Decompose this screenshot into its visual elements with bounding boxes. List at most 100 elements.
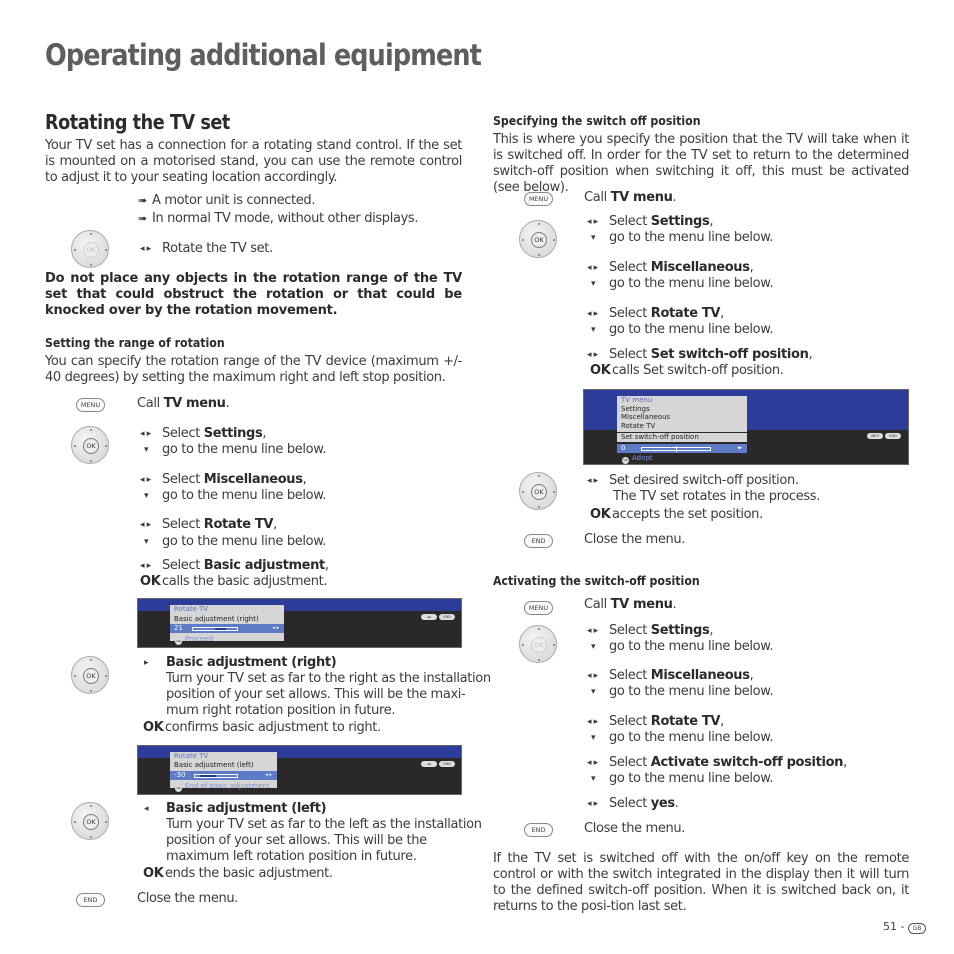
down-icon: ▾	[591, 325, 596, 335]
ok-pad-icon: OK	[71, 426, 109, 464]
right-adj-line: mum right rotation position in future.	[166, 703, 396, 718]
end-key-icon: END	[524, 823, 553, 837]
set-desired-line: The TV set rotates in the process.	[613, 489, 820, 504]
menu-key-icon: MENU	[524, 192, 553, 206]
end-key-icon: END	[885, 433, 901, 439]
step-go-below: ▾ go to the menu line below.	[140, 534, 326, 550]
down-icon: ▾	[144, 537, 149, 547]
range-paragraph: You can specify the rotation range of th…	[45, 354, 462, 385]
osd-title: TV menu	[621, 396, 653, 404]
osd-item: Rotate TV	[621, 422, 656, 430]
osd-value: 0	[621, 444, 626, 452]
left-right-icon: ◂ ▸	[587, 476, 598, 486]
osd-hint: OK Proceed	[175, 635, 214, 645]
step-go-below: ▾ go to the menu line below.	[587, 771, 773, 787]
osd-slider-fill	[676, 446, 677, 452]
step-go-below: ▾ go to the menu line below.	[587, 230, 773, 246]
left-right-icon: ◂ ▸	[587, 758, 598, 768]
rewind-key-icon: ◂◂	[421, 614, 437, 620]
left-adj-heading: ◂ Basic adjustment (left)	[144, 801, 327, 816]
right-adj-ok: OK confirms basic adjustment to right.	[143, 720, 381, 735]
menu-key-icon: MENU	[524, 601, 553, 615]
menu-key-icon: MENU	[76, 398, 105, 412]
page-number: 51 - GB	[883, 920, 926, 934]
osd-value: 21	[174, 624, 183, 632]
step-go-below: ▾ go to the menu line below.	[587, 639, 773, 655]
close-menu-step: Close the menu.	[584, 532, 686, 547]
osd-item: Miscellaneous	[621, 413, 671, 421]
arrow-bullet-icon: ➠	[138, 212, 147, 225]
close-menu-step: Close the menu.	[137, 891, 239, 906]
close-menu-step: Close the menu.	[584, 821, 686, 836]
osd-value-row: -30 ◂ ▸	[170, 771, 277, 780]
prereq-2: ➠ In normal TV mode, without other displa…	[138, 211, 419, 226]
step-go-below: ▾ go to the menu line below.	[140, 442, 326, 458]
step-select-settings: ◂ ▸ Select Settings,	[587, 623, 714, 638]
step-select-activate: ◂ ▸ Select Activate switch-off position,	[587, 755, 847, 770]
range-heading: Setting the range of rotation	[45, 335, 225, 350]
step-select-misc: ◂ ▸ Select Miscellaneous,	[587, 260, 754, 275]
rewind-key-icon: ◂◂	[421, 761, 437, 767]
osd-selected-item: Set switch-off position	[621, 433, 699, 441]
step-go-below: ▾ go to the menu line below.	[587, 684, 773, 700]
section-title: Rotating the TV set	[45, 110, 230, 134]
osd-screen-right: Rotate TV Basic adjustment (right) 21 ◂ …	[137, 598, 462, 648]
down-icon: ▾	[591, 733, 596, 743]
down-icon: ▾	[591, 774, 596, 784]
left-right-icon: ◂ ▸	[587, 717, 598, 727]
step-select-rotate: ◂ ▸ Select Rotate TV,	[140, 517, 277, 532]
step-select-basic: ◂ ▸ Select Basic adjustment,	[140, 558, 329, 573]
step-select-settings: ◂ ▸ Select Settings,	[140, 426, 267, 441]
step-select-set-switch-off: ◂ ▸ Select Set switch-off position,	[587, 347, 813, 362]
left-right-icon: ◂▸	[736, 445, 742, 451]
rotate-step: ◂ ▸ Rotate the TV set.	[140, 241, 273, 256]
left-right-icon: ◂ ▸	[587, 263, 598, 273]
down-icon: ▾	[144, 445, 149, 455]
left-right-icon: ◂ ▸	[587, 671, 598, 681]
left-adj-line: Turn your TV set as far to the left as t…	[166, 817, 482, 832]
left-right-icon: ◂ ▸	[140, 244, 151, 254]
right-adj-line: Turn your TV set as far to the right as …	[166, 671, 491, 686]
left-adj-line: position of your set allows. This will b…	[166, 833, 427, 848]
left-right-icon: ◂ ▸	[587, 309, 598, 319]
left-right-icon: ◂ ▸	[140, 520, 151, 530]
ok-pad-icon: OK	[519, 220, 557, 258]
osd-slider-fill	[200, 775, 216, 777]
warning-text: Do not place any objects in the rotation…	[45, 271, 462, 318]
switch-off-paragraph: This is where you specify the position t…	[493, 132, 909, 195]
left-right-icon: ◂ ▸	[140, 429, 151, 439]
step-select-rotate: ◂ ▸ Select Rotate TV,	[587, 306, 724, 321]
end-key-icon: END	[76, 893, 105, 907]
osd-value: -30	[174, 771, 186, 779]
end-key-icon: END	[439, 614, 455, 620]
left-right-icon: ◂ ▸	[587, 350, 598, 360]
down-icon: ▾	[591, 642, 596, 652]
info-key-icon: INFO	[867, 433, 883, 439]
step-call-menu: Call TV menu.	[137, 396, 230, 411]
step-call-menu: Call TV menu.	[584, 597, 677, 612]
left-right-icon: ◂ ▸	[272, 625, 279, 631]
step-select-settings: ◂ ▸ Select Settings,	[587, 214, 714, 229]
step-go-below: ▾ go to the menu line below.	[587, 276, 773, 292]
osd-item: Settings	[621, 405, 650, 413]
step-calls-set: OK calls Set switch-off position.	[590, 363, 784, 378]
down-icon: ▾	[144, 491, 149, 501]
left-right-icon: ◂ ▸	[587, 799, 598, 809]
arrow-bullet-icon: ➠	[138, 194, 147, 207]
intro-paragraph: Your TV set has a connection for a rotat…	[45, 138, 462, 185]
step-go-below: ▾ go to the menu line below.	[140, 488, 326, 504]
left-adj-ok: OK ends the basic adjustment.	[143, 866, 333, 881]
down-icon: ▾	[591, 279, 596, 289]
ok-pad-icon: OK	[71, 230, 109, 268]
step-select-misc: ◂ ▸ Select Miscellaneous,	[140, 472, 307, 487]
left-right-icon: ◂ ▸	[265, 772, 272, 778]
left-adj-line: maximum left rotation position in future…	[166, 849, 417, 864]
activating-heading: Activating the switch-off position	[493, 573, 700, 588]
osd-screen-switch-off: TV menu Settings Miscellaneous Rotate TV…	[583, 389, 909, 465]
osd-item: Basic adjustment (right)	[174, 615, 259, 623]
osd-hint: OK Adopt	[622, 454, 653, 464]
page-title: Operating additional equipment	[45, 38, 482, 72]
accepts-line: OK accepts the set position.	[590, 507, 763, 522]
osd-title: Rotate TV	[174, 605, 209, 613]
osd-value-row: 21 ◂ ▸	[170, 624, 284, 633]
